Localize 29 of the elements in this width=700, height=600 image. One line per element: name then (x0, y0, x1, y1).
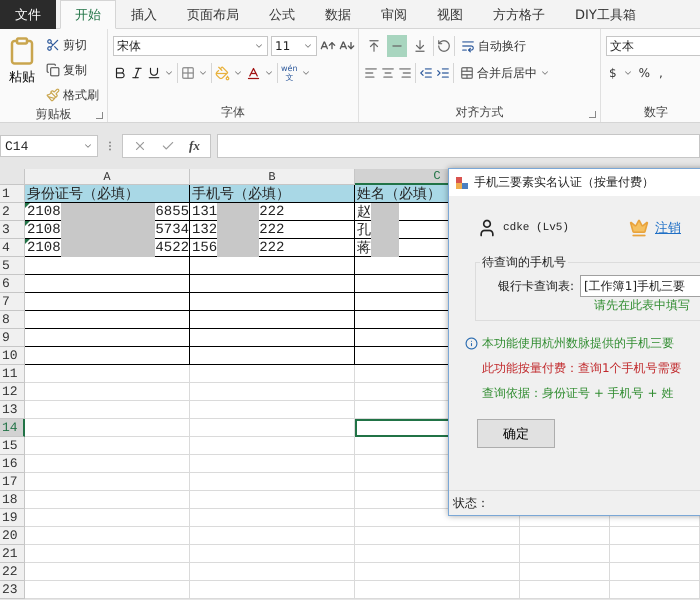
group-label: 剪贴板 (36, 106, 72, 123)
note-text: 此功能按量付费：查询1个手机号需要 (482, 360, 682, 376)
cell-text: 身份证号（必填） (27, 186, 139, 202)
cell-text: 4522 (155, 240, 189, 256)
field-label: 银行卡查询表: (498, 278, 574, 294)
cell-text: 手机号（必填） (192, 185, 290, 202)
group-label: 字体 (221, 104, 245, 120)
note-text: 本功能使用杭州数脉提供的手机三要 (482, 334, 674, 352)
cell-text: 222 (259, 204, 284, 220)
cell-text: 姓名（必填） (357, 186, 441, 202)
cell-text: 6855 (155, 204, 189, 220)
cell-text: 222 (259, 222, 284, 238)
group-label: 对齐方式 (456, 104, 504, 120)
status-label: 状态： (453, 494, 489, 512)
cell-text: 5734 (155, 222, 189, 238)
cell-text: 131 (192, 204, 218, 220)
group-label: 数字 (644, 104, 668, 120)
cell-text: 蒋 (357, 240, 371, 256)
cell-text: 2108 (27, 240, 61, 256)
cell-text: 赵 (357, 204, 371, 220)
note-text: 查询依据：身份证号 + 手机号 + 姓 (482, 384, 674, 402)
cell-text: 222 (259, 240, 284, 256)
cell-text: 156 (192, 240, 218, 256)
cell-text: 2108 (27, 222, 61, 238)
hint-text: 请先在此表中填写 (594, 298, 690, 312)
group-title: 待查询的手机号 (481, 254, 567, 271)
cell-text: 2108 (27, 204, 61, 220)
cell-text: 132 (192, 222, 218, 238)
cell-text: 孔 (357, 222, 371, 238)
